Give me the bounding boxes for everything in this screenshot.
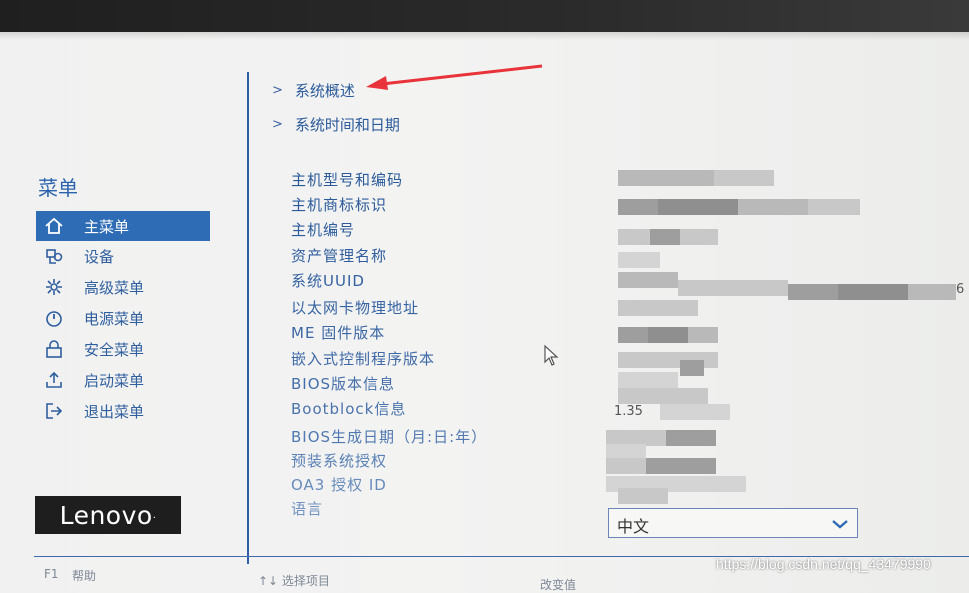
- sidebar-item-exit-menu[interactable]: 退出菜单: [36, 396, 210, 426]
- chevron-right-icon: >: [272, 83, 283, 98]
- info-label-uuid: 系统UUID: [291, 272, 365, 290]
- devices-icon: [42, 244, 66, 268]
- info-label-serial: 主机编号: [291, 221, 356, 239]
- info-label-mac: 以太网卡物理地址: [291, 299, 420, 317]
- info-label-asset-name: 资产管理名称: [291, 247, 388, 265]
- exit-icon: [42, 399, 66, 423]
- info-label-ec-version: 嵌入式控制程序版本: [291, 350, 436, 368]
- sidebar-item-main-menu[interactable]: 主菜单: [36, 211, 210, 241]
- info-label-os-license: 预装系统授权: [291, 452, 388, 470]
- panel-divider: [247, 72, 249, 564]
- camera-dark-border: [0, 0, 969, 32]
- annotation-arrow-icon: [366, 64, 543, 90]
- sidebar-item-devices[interactable]: 设备: [36, 241, 210, 271]
- lock-icon: [42, 337, 66, 361]
- watermark-url: https://blog.csdn.net/qq_43479990: [716, 556, 931, 572]
- footer-select-item-label: ↑↓ 选择项目: [258, 574, 330, 588]
- home-icon: [42, 214, 66, 238]
- power-icon: [42, 306, 66, 330]
- language-select-value: 中文: [617, 517, 650, 536]
- footer-help-label[interactable]: 帮助: [72, 567, 96, 584]
- sidebar-item-advanced-menu[interactable]: 高级菜单: [36, 272, 210, 302]
- section-label: 系统时间和日期: [294, 116, 400, 134]
- section-label: 系统概述: [294, 82, 355, 100]
- sidebar-item-label: 启动菜单: [84, 371, 145, 390]
- section-system-time-date[interactable]: > 系统时间和日期: [272, 114, 400, 135]
- info-label-bootblock: Bootblock信息: [291, 400, 407, 418]
- language-select[interactable]: 中文: [608, 508, 858, 538]
- info-label-language: 语言: [291, 500, 324, 518]
- sidebar-item-label: 安全菜单: [84, 340, 145, 359]
- info-label-bios-date: BIOS生成日期（月:日:年）: [291, 428, 488, 446]
- sidebar-item-label: 高级菜单: [84, 278, 145, 297]
- sidebar-item-boot-menu[interactable]: 启动菜单: [36, 365, 210, 395]
- info-label-oa3-id: OA3 授权 ID: [291, 476, 387, 494]
- sidebar-item-label: 设备: [84, 247, 115, 266]
- sidebar-item-security-menu[interactable]: 安全菜单: [36, 334, 210, 364]
- advanced-gear-icon: [42, 275, 66, 299]
- chevron-right-icon: >: [272, 117, 283, 132]
- footer-f1-key: F1: [44, 567, 59, 581]
- screen-top-shadow: [0, 32, 969, 40]
- sidebar-item-power-menu[interactable]: 电源菜单: [36, 303, 210, 333]
- info-label-brand: 主机商标标识: [291, 196, 388, 214]
- section-system-overview[interactable]: > 系统概述: [272, 80, 355, 101]
- mac-value-partial: 6: [956, 282, 965, 297]
- boot-icon: [42, 368, 66, 392]
- info-label-me-firmware: ME 固件版本: [291, 324, 386, 342]
- info-label-model: 主机型号和编码: [291, 171, 404, 189]
- menu-title: 菜单: [38, 176, 78, 200]
- bootblock-value-partial: 1.35: [614, 404, 643, 419]
- info-label-bios-version: BIOS版本信息: [291, 375, 396, 393]
- sidebar-item-label: 电源菜单: [84, 309, 145, 328]
- sidebar-item-label: 主菜单: [84, 217, 130, 236]
- sidebar-item-label: 退出菜单: [84, 402, 145, 421]
- chevron-down-icon: [832, 520, 848, 529]
- mouse-cursor-icon: [544, 344, 559, 366]
- lenovo-logo: Lenovo.: [35, 496, 181, 534]
